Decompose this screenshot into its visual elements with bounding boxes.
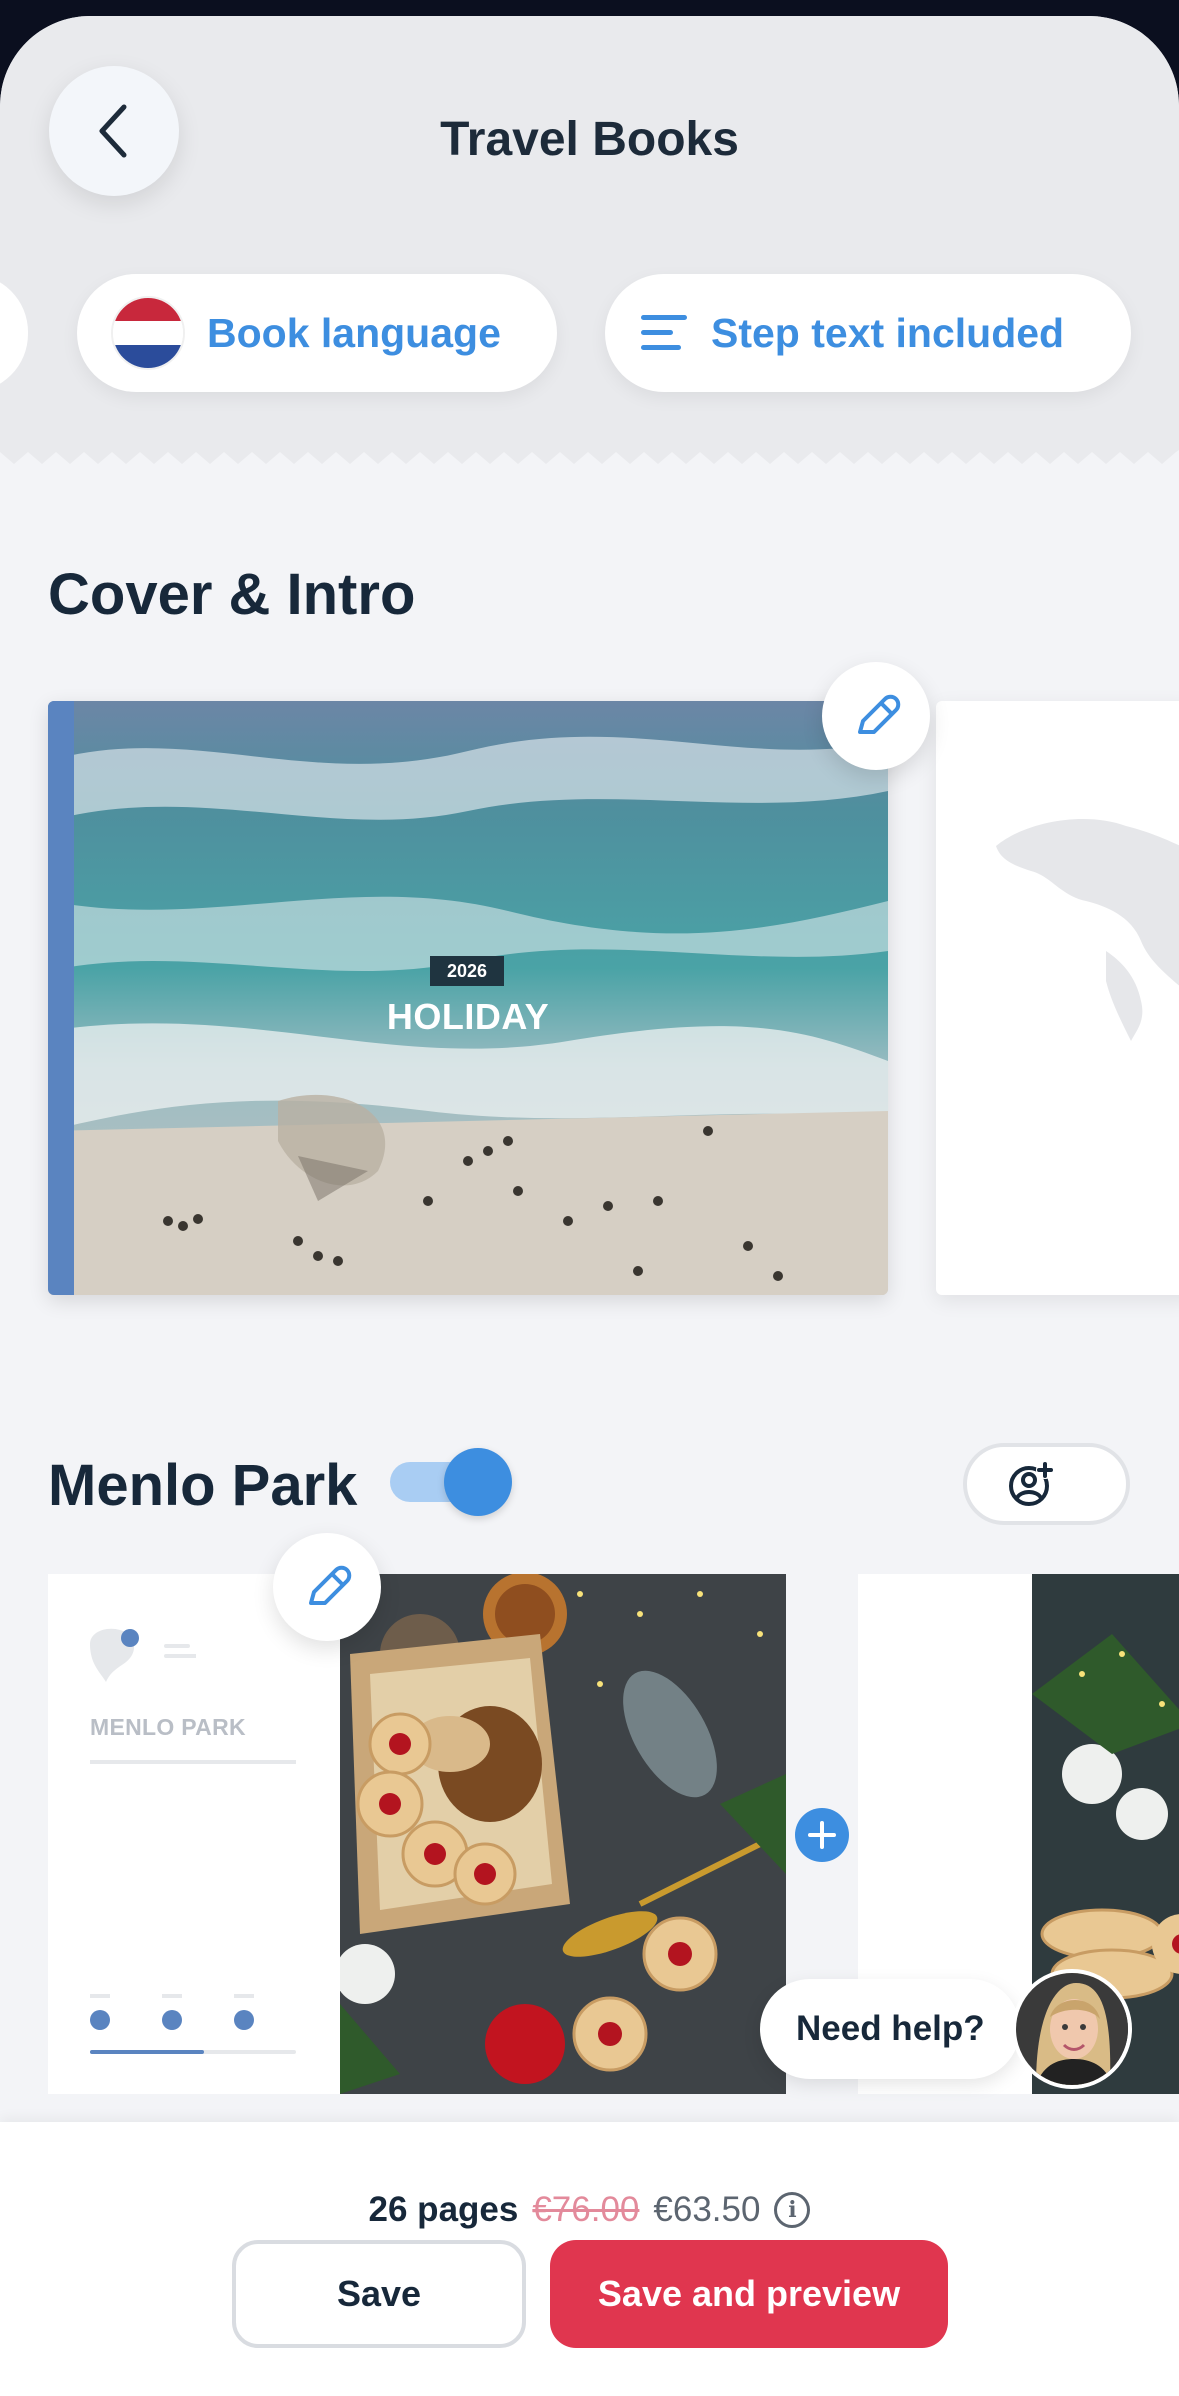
cover-page[interactable]: 2026 HOLIDAY [48,701,888,1295]
cover-section-title: Cover & Intro [48,562,416,627]
cover-title: HOLIDAY [386,996,550,1037]
toggle-knob [444,1448,512,1516]
step-title: Menlo Park [48,1453,358,1518]
add-photo-icon [1009,1461,1054,1506]
plus-icon [808,1821,836,1849]
pencil-icon [309,1565,352,1605]
current-price: €63.50 [653,2190,761,2229]
header: Travel Books Book language Step text inc… [0,16,1179,450]
edit-step-button[interactable] [273,1533,381,1641]
page-count: 26 pages [368,2190,519,2229]
save-and-preview-button[interactable]: Save and preview [550,2240,948,2348]
book-language-button[interactable]: Book language [77,274,557,392]
step-page-photo[interactable] [340,1574,786,2094]
edit-cover-button[interactable] [822,662,930,770]
world-map-image [996,818,1179,1041]
support-avatar[interactable] [1012,1969,1132,2089]
align-left-icon [641,315,687,350]
step-text-button[interactable]: Step text included [605,274,1131,392]
price-summary: 26 pages €76.00 €63.50 i [0,2190,1179,2230]
step-page-text[interactable]: MENLO PARK [48,1574,340,2094]
step-text-label: Step text included [711,309,1065,356]
save-button[interactable]: Save [232,2240,526,2348]
cover-year-badge: 2026 [430,956,504,986]
location-map-icon [90,1628,196,1682]
need-help-button[interactable]: Need help? [760,1979,1020,2079]
route-progress [90,1994,296,2054]
book-language-label: Book language [207,309,501,356]
app-sheet: Travel Books Book language Step text inc… [0,16,1179,2396]
info-icon[interactable]: i [774,2192,811,2228]
page-title: Travel Books [440,113,739,166]
cookies-photo [340,1574,786,2094]
add-page-button[interactable] [795,1808,849,1862]
old-price: €76.00 [532,2190,640,2229]
filter-pill-partial[interactable] [0,274,28,392]
step-include-toggle[interactable] [390,1448,512,1516]
zigzag-divider [0,450,1179,464]
page-divider [90,1760,296,1764]
step-page-label: MENLO PARK [90,1714,246,1740]
netherlands-flag-icon [111,296,185,370]
avatar-image [1016,1973,1128,2085]
intro-map-page[interactable] [936,701,1179,1295]
checkout-bar: 26 pages €76.00 €63.50 i Save Save and p… [0,2122,1179,2396]
add-photo-button[interactable] [963,1443,1130,1525]
pencil-icon [858,694,901,734]
need-help-label: Need help? [796,2009,985,2048]
